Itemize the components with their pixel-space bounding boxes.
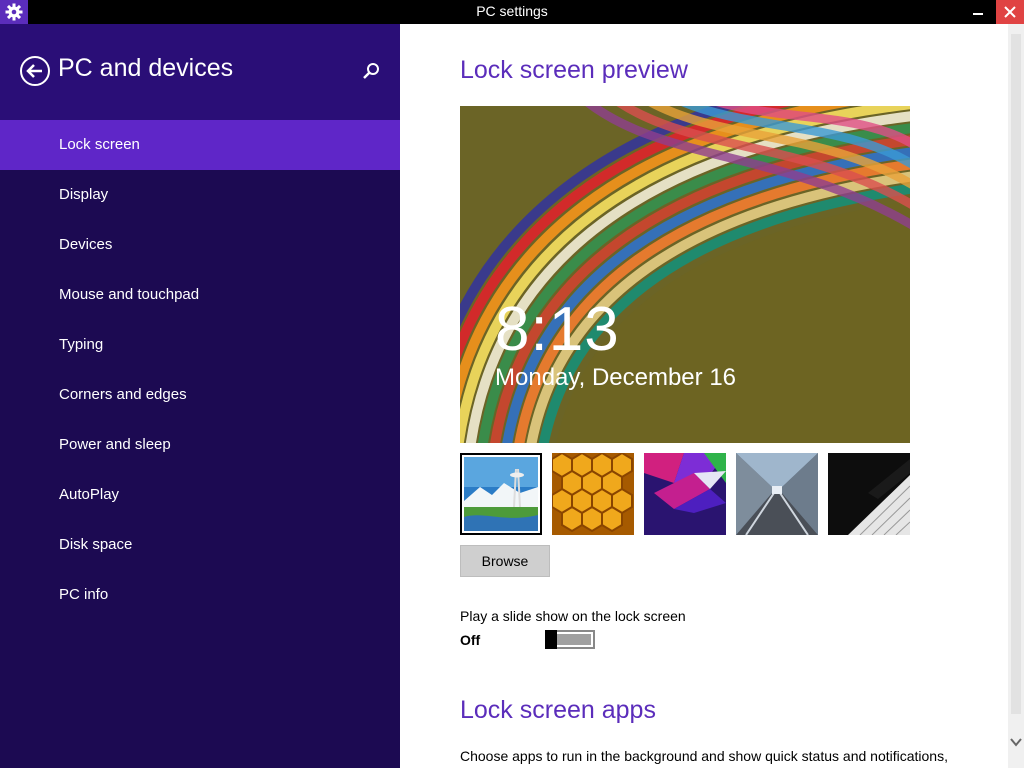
sidebar-item-autoplay[interactable]: AutoPlay: [0, 470, 400, 520]
sidebar-item-lock-screen[interactable]: Lock screen: [0, 120, 400, 170]
space-needle-thumbnail[interactable]: [460, 453, 542, 535]
slideshow-toggle[interactable]: [545, 630, 595, 649]
geometric-thumbnail[interactable]: [644, 453, 726, 535]
lock-screen-preview-heading: Lock screen preview: [460, 56, 688, 84]
title-bar: PC settings: [0, 0, 1024, 24]
close-icon: [1004, 6, 1016, 18]
scrollbar-thumb[interactable]: [1011, 34, 1021, 714]
lock-screen-apps-description: Choose apps to run in the background and…: [460, 748, 948, 764]
toggle-track: [557, 634, 591, 645]
minimize-button[interactable]: [964, 0, 992, 24]
lock-screen-date: Monday, December 16: [495, 364, 737, 391]
sidebar-item-display[interactable]: Display: [0, 170, 400, 220]
sidebar-header: PC and devices: [0, 24, 400, 120]
sidebar: PC and devices Lock screen Display Devic…: [0, 24, 400, 768]
sidebar-item-corners-and-edges[interactable]: Corners and edges: [0, 370, 400, 420]
chevron-down-icon[interactable]: [1010, 736, 1022, 748]
honeycomb-thumbnail[interactable]: [552, 453, 634, 535]
search-button[interactable]: [360, 60, 382, 82]
sidebar-item-devices[interactable]: Devices: [0, 220, 400, 270]
main-content: Lock screen preview 8:13 Monday, Decembe…: [400, 24, 1008, 768]
window-title: PC settings: [476, 3, 548, 19]
lock-screen-apps-heading: Lock screen apps: [460, 696, 656, 724]
page-title: PC and devices: [58, 54, 234, 82]
toggle-knob[interactable]: [545, 630, 557, 649]
back-button[interactable]: [19, 55, 51, 87]
piano-keys-thumbnail[interactable]: [828, 453, 910, 535]
sidebar-item-typing[interactable]: Typing: [0, 320, 400, 370]
slideshow-toggle-state: Off: [460, 632, 481, 648]
sidebar-item-pc-info[interactable]: PC info: [0, 570, 400, 620]
tunnel-thumbnail[interactable]: [736, 453, 818, 535]
sidebar-item-power-and-sleep[interactable]: Power and sleep: [0, 420, 400, 470]
browse-button[interactable]: Browse: [460, 545, 550, 577]
sidebar-nav: Lock screen Display Devices Mouse and to…: [0, 120, 400, 620]
search-icon: [363, 63, 379, 79]
back-arrow-icon: [20, 56, 50, 86]
lock-screen-time: 8:13: [495, 295, 620, 364]
slideshow-label: Play a slide show on the lock screen: [460, 608, 686, 624]
vertical-scrollbar[interactable]: [1008, 24, 1024, 768]
sidebar-item-mouse-and-touchpad[interactable]: Mouse and touchpad: [0, 270, 400, 320]
lock-screen-preview-image: 8:13 Monday, December 16: [460, 106, 910, 443]
sidebar-item-disk-space[interactable]: Disk space: [0, 520, 400, 570]
background-picker: [460, 453, 920, 535]
close-button[interactable]: [996, 0, 1024, 24]
